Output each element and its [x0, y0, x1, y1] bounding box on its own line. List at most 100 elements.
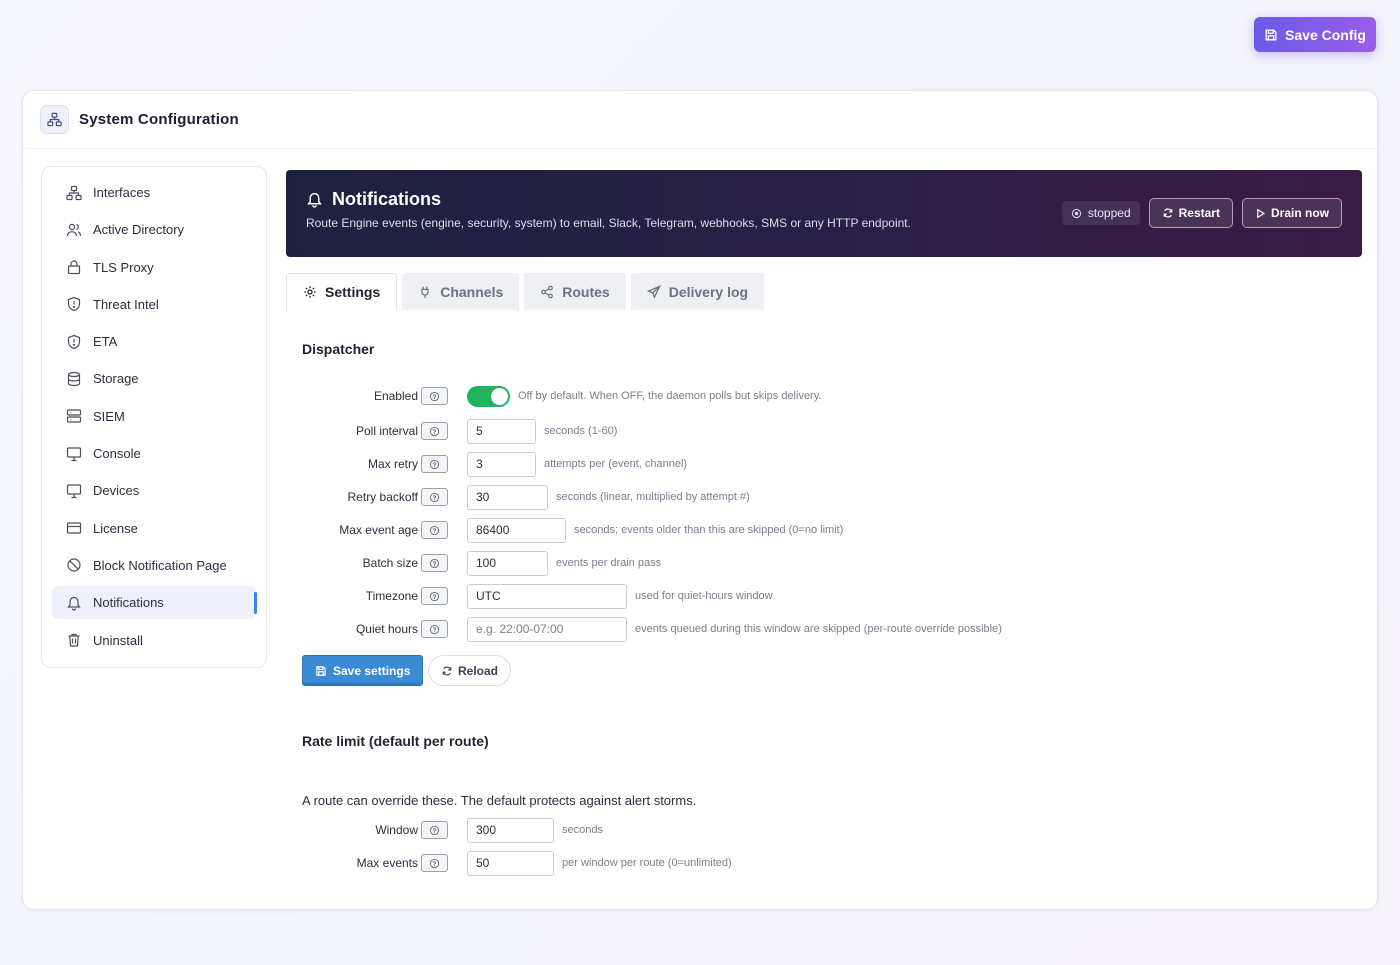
timezone-input[interactable]: UTC: [467, 583, 627, 609]
sidebar-item-siem[interactable]: SIEM: [52, 400, 256, 433]
help-icon: [429, 525, 440, 536]
sidebar-item-interfaces[interactable]: Interfaces: [52, 176, 256, 209]
quiet-hours-row: Quiet hours e.g. 22:00-07:00 events queu…: [286, 616, 1002, 642]
sidebar-item-label: Devices: [93, 483, 140, 499]
help-icon: [429, 591, 440, 602]
restart-button[interactable]: Restart: [1148, 198, 1233, 228]
status-badge: stopped: [1061, 201, 1140, 225]
refresh-icon: [442, 666, 452, 675]
help-button[interactable]: [421, 854, 448, 872]
max-event-age-hint: seconds; events older than this are skip…: [574, 524, 844, 536]
rate-limit-description: A route can override these. The default …: [302, 793, 697, 808]
rate-limit-title: Rate limit (default per route): [302, 733, 489, 749]
tab-label: Routes: [562, 283, 610, 300]
help-button[interactable]: [421, 821, 448, 839]
poll-interval-row: Poll interval 5 seconds (1-60): [286, 418, 617, 444]
plug-icon: [421, 286, 429, 298]
help-icon: [429, 459, 440, 470]
tab-delivery-log[interactable]: Delivery log: [630, 273, 765, 310]
window-row: Window 300 seconds: [286, 817, 603, 843]
monitor-icon: [66, 484, 82, 498]
tab-channels[interactable]: Channels: [402, 273, 520, 310]
play-icon: [1257, 208, 1266, 218]
bell-icon: [307, 192, 322, 208]
sidebar-item-threat-intel[interactable]: Threat Intel: [52, 288, 256, 321]
window-input[interactable]: 300: [467, 817, 554, 843]
sidebar: Interfaces Active Directory TLS Proxy Th…: [41, 166, 267, 668]
refresh-icon: [1163, 208, 1172, 218]
network-icon: [66, 185, 82, 200]
sidebar-item-console[interactable]: Console: [52, 437, 256, 470]
help-button[interactable]: [421, 587, 448, 605]
max-events-input[interactable]: 50: [467, 850, 554, 876]
tab-settings[interactable]: Settings: [286, 273, 398, 310]
drain-now-button[interactable]: Drain now: [1241, 198, 1342, 228]
window-label: Window: [375, 823, 418, 837]
enabled-hint: Off by default. When OFF, the daemon pol…: [518, 390, 822, 402]
sidebar-item-tls-proxy[interactable]: TLS Proxy: [52, 251, 256, 284]
poll-interval-hint: seconds (1-60): [544, 425, 618, 437]
sidebar-item-label: License: [93, 520, 138, 536]
quiet-hours-input[interactable]: e.g. 22:00-07:00: [467, 616, 627, 642]
tab-label: Delivery log: [668, 283, 749, 300]
dispatcher-title: Dispatcher: [302, 341, 375, 357]
help-button[interactable]: [421, 554, 448, 572]
help-button[interactable]: [421, 422, 448, 440]
ban-icon: [67, 558, 81, 573]
max-retry-input[interactable]: 3: [467, 451, 536, 477]
poll-interval-label: Poll interval: [355, 424, 418, 438]
credit-card-icon: [66, 522, 82, 534]
enabled-row: Enabled Off by default. When OFF, the da…: [286, 383, 821, 409]
network-icon: [40, 105, 69, 134]
drain-now-label: Drain now: [1270, 206, 1329, 220]
save-config-button[interactable]: Save Config: [1254, 17, 1376, 52]
tab-routes[interactable]: Routes: [524, 273, 626, 310]
enabled-toggle[interactable]: [467, 385, 510, 407]
help-icon: [429, 391, 440, 402]
help-button[interactable]: [421, 620, 448, 638]
users-icon: [66, 223, 82, 236]
retry-backoff-input[interactable]: 30: [467, 484, 548, 510]
sidebar-item-label: Active Directory: [93, 222, 185, 238]
tab-label: Settings: [325, 283, 381, 300]
monitor-icon: [66, 446, 82, 461]
help-button[interactable]: [421, 488, 448, 506]
retry-backoff-hint: seconds (linear, multiplied by attempt #…: [556, 491, 750, 503]
timezone-hint: used for quiet-hours window: [635, 590, 773, 602]
status-text: stopped: [1087, 206, 1131, 220]
max-retry-row: Max retry 3 attempts per (event, channel…: [286, 451, 687, 477]
help-icon: [429, 825, 440, 836]
sidebar-item-uninstall[interactable]: Uninstall: [52, 624, 256, 657]
batch-size-input[interactable]: 100: [467, 550, 548, 576]
send-icon: [646, 284, 661, 299]
help-button[interactable]: [421, 387, 448, 405]
sidebar-item-label: Uninstall: [93, 632, 143, 648]
sidebar-item-storage[interactable]: Storage: [52, 362, 256, 395]
sidebar-item-devices[interactable]: Devices: [52, 474, 256, 507]
save-settings-label: Save settings: [333, 663, 411, 678]
sidebar-item-block-notification-page[interactable]: Block Notification Page: [52, 549, 256, 582]
sidebar-item-license[interactable]: License: [52, 512, 256, 545]
reload-button[interactable]: Reload: [428, 655, 512, 686]
batch-size-hint: events per drain pass: [556, 557, 662, 569]
shield-alert-icon: [67, 334, 81, 349]
lock-icon: [67, 260, 81, 275]
sidebar-item-active-directory[interactable]: Active Directory: [52, 213, 256, 246]
share-icon: [541, 285, 554, 298]
tab-label: Channels: [440, 283, 504, 300]
help-button[interactable]: [421, 521, 448, 539]
save-config-label: Save Config: [1285, 26, 1366, 43]
bell-icon: [67, 596, 81, 611]
help-button[interactable]: [421, 455, 448, 473]
max-event-age-input[interactable]: 86400: [467, 517, 566, 543]
save-icon: [316, 665, 326, 676]
window-hint: seconds: [562, 824, 603, 836]
sidebar-item-notifications[interactable]: Notifications: [52, 586, 257, 620]
sidebar-item-eta[interactable]: ETA: [52, 325, 256, 358]
config-card: System Configuration Interfaces Active D…: [22, 90, 1378, 910]
save-icon: [1265, 29, 1277, 40]
max-event-age-row: Max event age 86400 seconds; events olde…: [286, 517, 843, 543]
poll-interval-input[interactable]: 5: [467, 418, 536, 444]
retry-backoff-label: Retry backoff: [347, 490, 418, 504]
save-settings-button[interactable]: Save settings: [302, 655, 424, 686]
